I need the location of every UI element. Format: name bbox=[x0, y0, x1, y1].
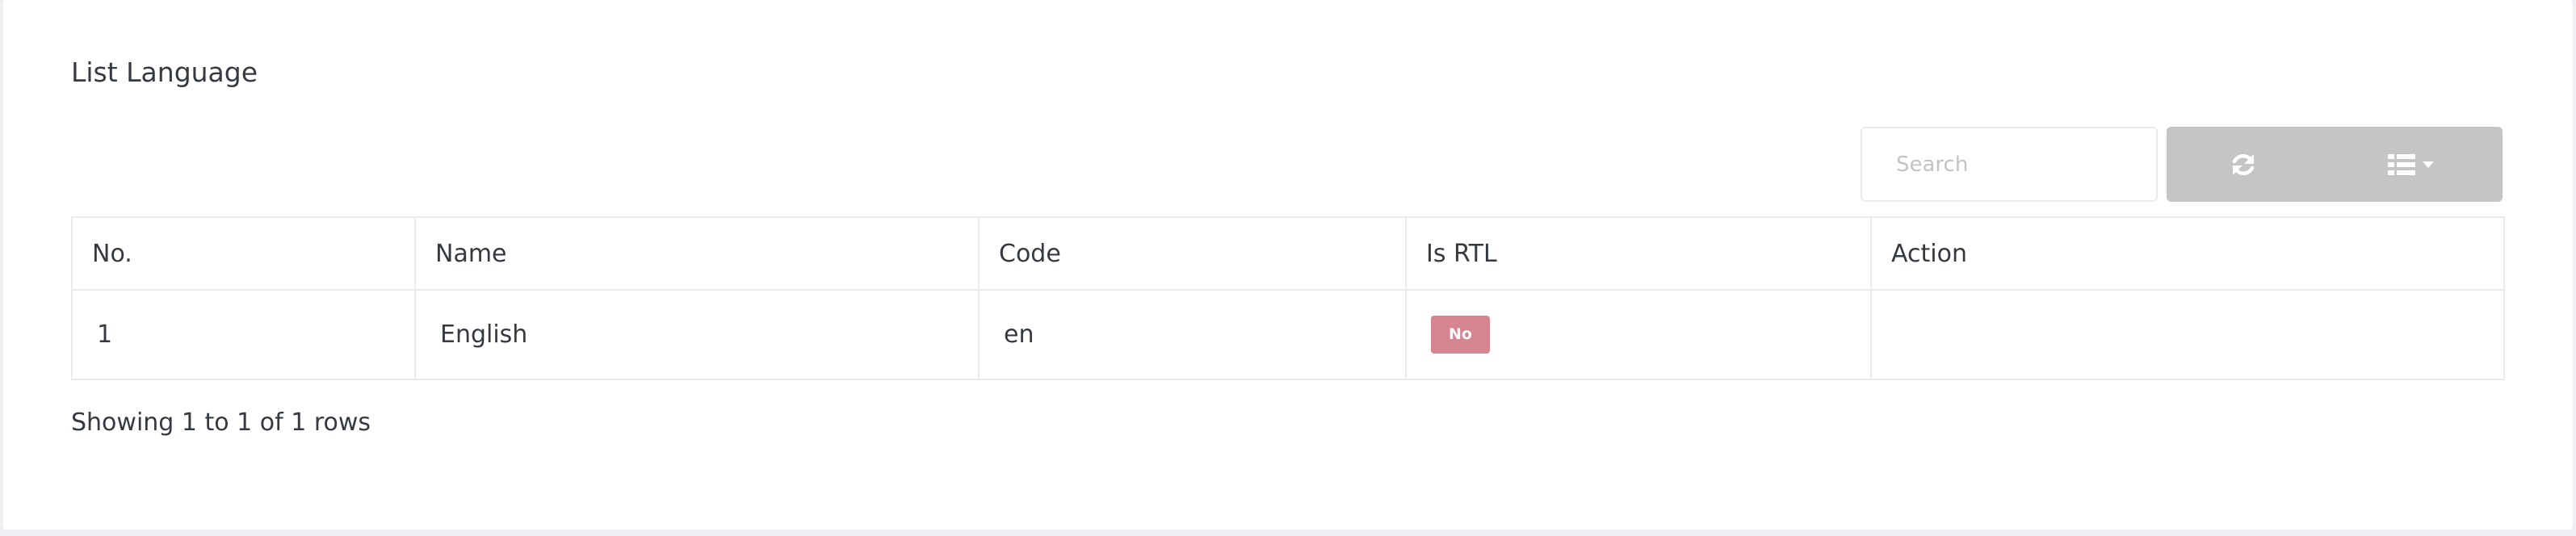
table-header-row: No. Name Code Is RTL Action bbox=[71, 216, 2505, 291]
list-columns-icon bbox=[2388, 153, 2415, 175]
page-title: List Language bbox=[71, 57, 258, 88]
language-table-container: No. Name Code Is RTL Action 1 English en… bbox=[71, 216, 2505, 380]
caret-down-icon bbox=[2423, 161, 2434, 168]
table-row: 1 English en No bbox=[71, 289, 2505, 380]
header-name[interactable]: Name bbox=[414, 216, 980, 291]
search-input[interactable] bbox=[1861, 127, 2158, 202]
refresh-icon bbox=[2232, 153, 2255, 175]
header-action: Action bbox=[1870, 216, 2505, 291]
rtl-status-badge: No bbox=[1431, 316, 1490, 354]
language-table: No. Name Code Is RTL Action 1 English en… bbox=[71, 216, 2505, 380]
pagination-summary: Showing 1 to 1 of 1 rows bbox=[71, 408, 371, 437]
cell-is-rtl: No bbox=[1405, 289, 1872, 380]
cell-no: 1 bbox=[71, 289, 416, 380]
cell-action bbox=[1870, 289, 2505, 380]
header-no[interactable]: No. bbox=[71, 216, 416, 291]
header-code[interactable]: Code bbox=[978, 216, 1407, 291]
cell-name: English bbox=[414, 289, 980, 380]
columns-dropdown-button[interactable] bbox=[2320, 127, 2503, 202]
refresh-button[interactable] bbox=[2167, 127, 2320, 202]
cell-code: en bbox=[978, 289, 1407, 380]
content-card: List Language Search No. Name Code Is RT… bbox=[3, 0, 2573, 530]
table-toolbar-buttons bbox=[2167, 127, 2503, 202]
header-is-rtl[interactable]: Is RTL bbox=[1405, 216, 1872, 291]
